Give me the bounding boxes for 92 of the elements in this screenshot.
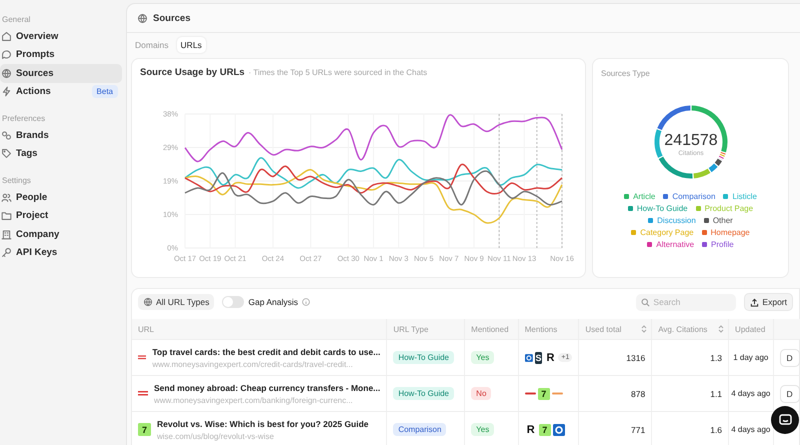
section-label: Settings xyxy=(1,175,32,187)
building-icon xyxy=(1,228,12,240)
sidebar-item[interactable]: Project xyxy=(0,206,122,225)
legend-label: Comparison xyxy=(672,192,716,201)
ring-logo-icon xyxy=(552,424,565,436)
column-header: URL xyxy=(138,324,154,334)
table-cell: 1.1 xyxy=(710,388,722,398)
site-icon: 7 xyxy=(138,423,151,436)
section-label: General xyxy=(1,14,32,26)
sort-icon[interactable] xyxy=(718,325,724,333)
table-cell: 1.6 xyxy=(710,424,722,434)
logo-letter: R xyxy=(526,424,535,436)
legend-label: How-To Guide xyxy=(636,204,688,213)
site-icon xyxy=(138,391,148,396)
globe-icon xyxy=(143,297,153,307)
column-header: Avg. Citations xyxy=(658,324,708,334)
table-cell: 1.3 xyxy=(710,352,722,362)
upload-icon xyxy=(750,298,760,306)
sidebar-item[interactable]: Company xyxy=(0,225,122,244)
ring-logo-icon xyxy=(524,352,533,364)
row-action-button[interactable]: D xyxy=(780,384,800,402)
legend-label: Listicle xyxy=(732,192,757,201)
url-address: www.moneysavingexpert.com/credit-cards/travel-credit... xyxy=(152,360,354,368)
chart-subtitle: · Times the Top 5 URLs were sourced in the Chats xyxy=(248,68,428,77)
column-header: URL Type xyxy=(393,324,428,334)
page-title: Sources xyxy=(153,12,190,24)
sidebar-item[interactable]: Actions Beta xyxy=(0,82,122,101)
sidebar-item[interactable]: Brands xyxy=(0,126,122,144)
sidebar-item[interactable]: API Keys xyxy=(0,244,122,262)
legend-label: Article xyxy=(633,192,656,201)
legend-label: Homepage xyxy=(710,228,750,237)
sidebar-item[interactable]: Sources xyxy=(0,64,122,82)
column-header: Updated xyxy=(735,324,766,334)
logo-tile: 7 xyxy=(538,388,550,400)
folder-icon xyxy=(1,210,12,222)
mentioned-tag: Yes xyxy=(471,423,494,436)
tab[interactable]: URLs xyxy=(176,37,206,53)
logo-tile: S xyxy=(534,352,542,364)
chat-icon xyxy=(1,49,12,60)
citations-total: 241578 xyxy=(664,132,718,149)
table-cell: 1316 xyxy=(626,352,646,362)
legend-label: Other xyxy=(712,216,733,225)
sort-icon[interactable] xyxy=(641,325,648,333)
column-header: Mentions xyxy=(524,324,558,334)
sidebar-item[interactable]: Overview xyxy=(0,27,122,46)
legend-label: Discussion xyxy=(657,216,696,225)
beta-badge: Beta xyxy=(92,85,118,98)
column-header: Mentioned xyxy=(471,324,509,334)
bolt-icon xyxy=(1,86,12,98)
url-type-tag: How-To Guide xyxy=(393,351,454,364)
sidebar-item[interactable]: Prompts xyxy=(0,46,122,64)
url-address: wise.com/us/blog/revolut-vs-wise xyxy=(157,432,275,440)
table-cell: 4 days ago xyxy=(731,388,770,398)
table-cell: 1 day ago xyxy=(733,352,768,362)
table-cell: 771 xyxy=(631,424,646,434)
table-cell: 878 xyxy=(631,388,646,398)
url-type-tag: Comparison xyxy=(393,423,446,436)
url-type-tag: How-To Guide xyxy=(393,387,454,400)
row-action-button[interactable]: D xyxy=(780,348,800,366)
url-title[interactable]: Send money abroad: Cheap currency transfers - Mone... xyxy=(154,382,380,392)
export-button[interactable]: Export xyxy=(744,293,793,311)
legend-label: Product Page xyxy=(704,204,754,213)
globe-icon xyxy=(1,68,12,79)
legend-label: Alternative xyxy=(656,240,694,249)
url-title[interactable]: Top travel cards: the best credit and debit cards to use... xyxy=(152,346,380,356)
url-title[interactable]: Revolut vs. Wise: Which is best for you? 2025 Guide xyxy=(157,418,369,428)
url-address: www.moneysavingexpert.com/banking/foreign-currenc... xyxy=(154,396,354,404)
logo-letter: R xyxy=(546,352,554,364)
tag-icon xyxy=(1,148,12,160)
chat-icon xyxy=(778,414,792,426)
sidebar-item[interactable]: People xyxy=(0,188,122,206)
info-icon xyxy=(302,298,310,306)
table-cell: 4 days ago xyxy=(731,424,770,434)
legend-label: Profile xyxy=(711,240,734,249)
section-label: Preferences xyxy=(1,113,46,125)
people-icon xyxy=(1,192,12,203)
search-field[interactable]: Search xyxy=(636,294,736,310)
card-title: Sources Type xyxy=(601,69,651,78)
mentioned-tag: Yes xyxy=(471,351,494,364)
logo-tile: 7 xyxy=(538,424,551,436)
key-icon xyxy=(1,247,12,258)
gap-analysis-toggle[interactable] xyxy=(222,296,244,308)
mentioned-tag: No xyxy=(471,387,492,400)
home-icon xyxy=(1,30,12,42)
sidebar-item[interactable]: Tags xyxy=(0,144,122,163)
url-type-filter[interactable]: All URL Types xyxy=(138,294,214,310)
site-icon xyxy=(138,355,146,360)
globe-icon xyxy=(137,12,148,24)
toggle-label: Gap Analysis xyxy=(248,297,298,307)
legend-label: Category Page xyxy=(640,228,694,237)
chart-title: Source Usage by URLs xyxy=(140,67,245,78)
column-header: Used total xyxy=(585,324,622,334)
